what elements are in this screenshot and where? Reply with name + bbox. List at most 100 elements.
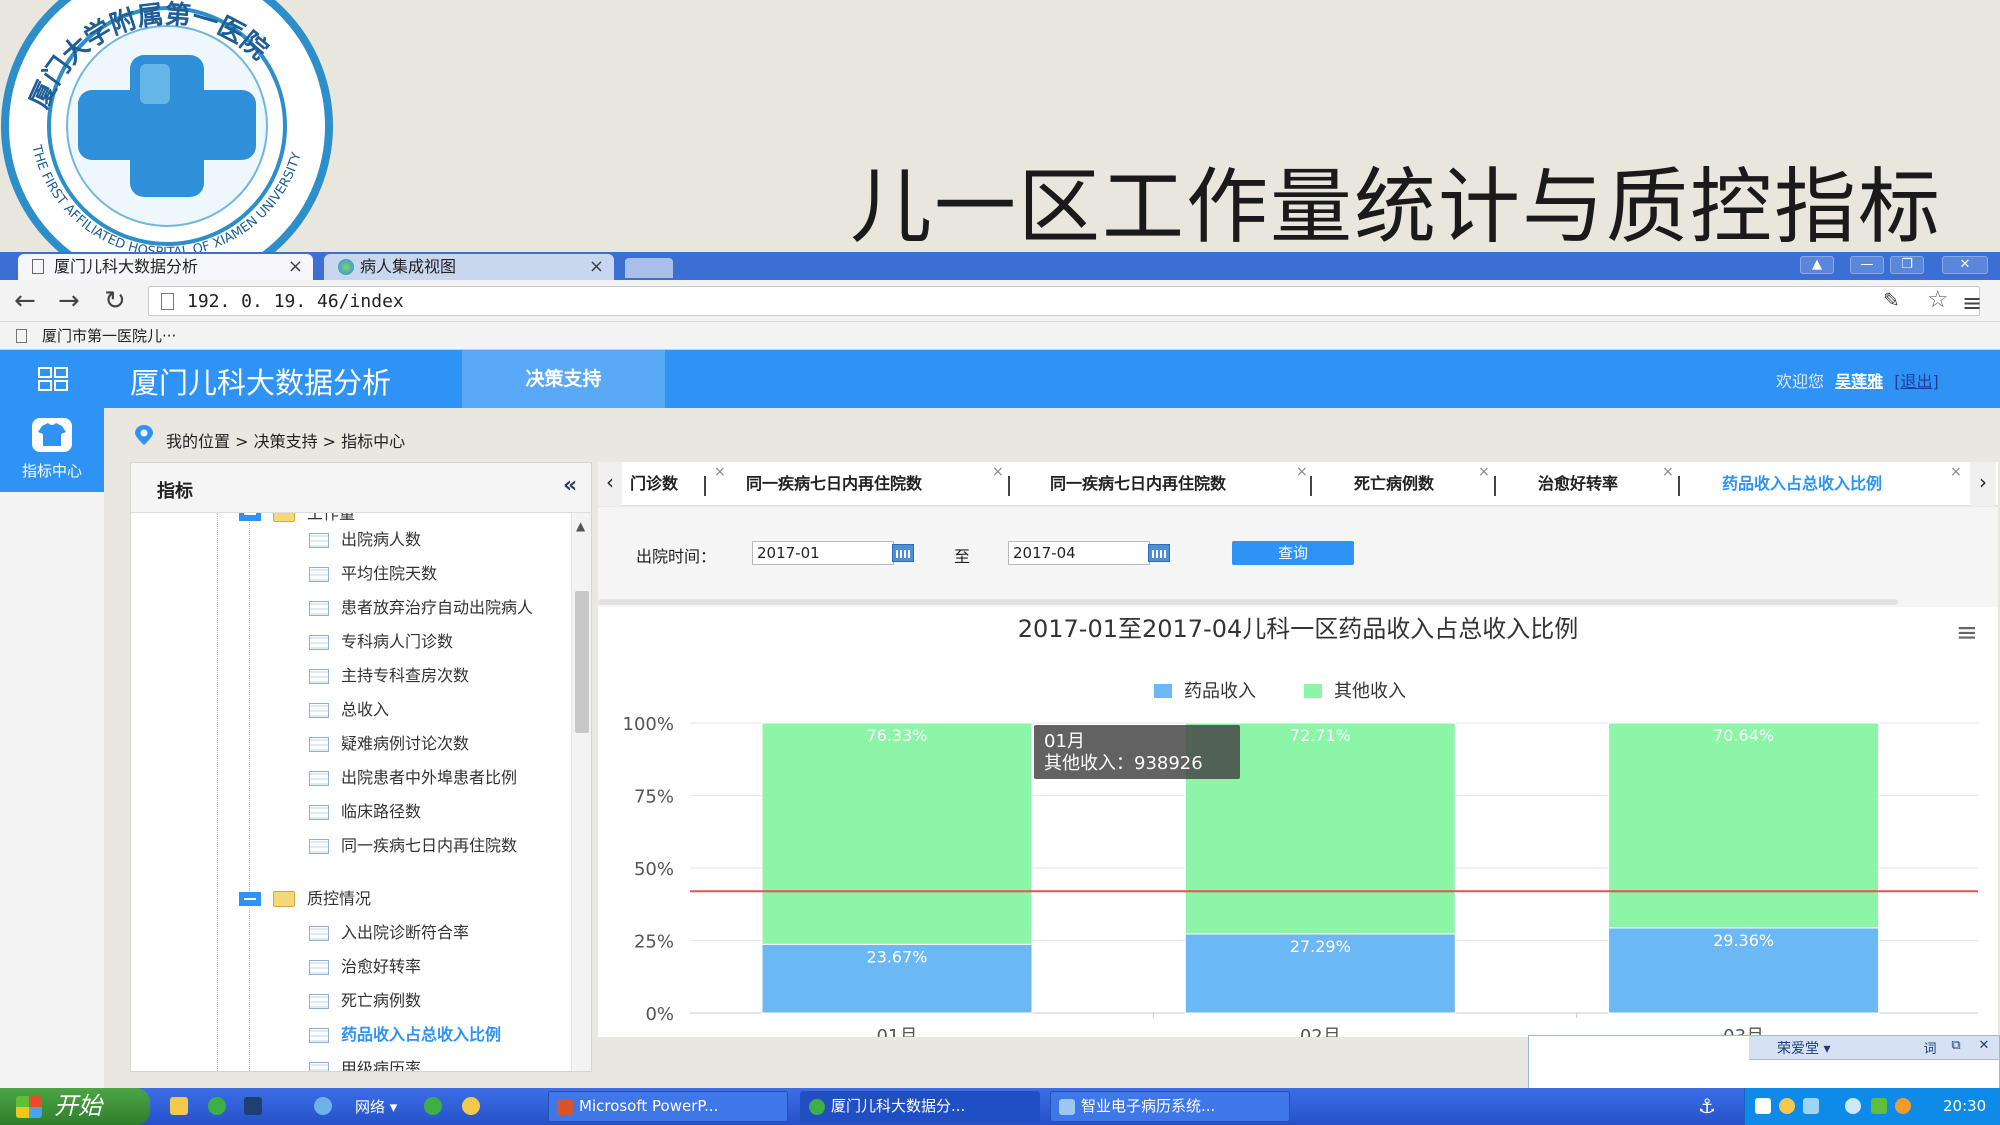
- tab-deaths[interactable]: 死亡病例数 ×: [1354, 462, 1490, 506]
- legend-label-1[interactable]: 其他收入: [1334, 681, 1406, 702]
- chrome-icon[interactable]: [424, 1097, 442, 1115]
- scroll-thumb[interactable]: [575, 591, 589, 733]
- close-icon[interactable]: ×: [714, 450, 726, 494]
- new-tab-button[interactable]: [625, 258, 673, 278]
- pin-icon[interactable]: ✎: [1883, 288, 1900, 312]
- windows-flag-icon: [16, 1096, 42, 1118]
- hospital-logo: 厦门大学附属第一医院 THE FIRST AFFILIATED HOSPITAL…: [1, 0, 333, 252]
- bookmark-item[interactable]: 厦门市第一医院儿···: [42, 322, 176, 350]
- splitter[interactable]: [598, 599, 1898, 605]
- table-icon: [309, 805, 329, 820]
- y-tick-label: 100%: [623, 714, 674, 735]
- task-emr[interactable]: 智业电子病历系统...: [1050, 1091, 1290, 1122]
- table-icon: [309, 703, 329, 718]
- ime-label[interactable]: 荣爱堂 ▾: [1777, 1038, 1830, 1058]
- rail-label: 指标中心: [21, 462, 82, 480]
- tab-readmission[interactable]: 同一疾病七日内再住院数 ×: [746, 462, 1004, 506]
- y-tick-label: 0%: [645, 1004, 674, 1025]
- scroll-up-icon[interactable]: ▲: [576, 519, 585, 533]
- ime-close-button[interactable]: ✕: [1973, 1038, 1995, 1056]
- close-icon[interactable]: ×: [1662, 450, 1674, 494]
- network-icon[interactable]: [1803, 1098, 1819, 1114]
- taskbar: 开始 网络 ▾ Microsoft PowerP... 厦门儿科大数据分... …: [0, 1088, 2000, 1125]
- chart-menu-icon[interactable]: ≡: [1956, 618, 1978, 648]
- folder-icon[interactable]: [170, 1097, 188, 1115]
- shirt-icon: [32, 418, 72, 452]
- user-icon[interactable]: ▲: [1800, 256, 1834, 274]
- calendar-icon[interactable]: [892, 544, 914, 562]
- browser-menu-icon[interactable]: ≡: [1962, 289, 1982, 317]
- bookmark-star-icon[interactable]: ☆: [1927, 285, 1949, 313]
- collapse-icon[interactable]: «: [563, 473, 577, 498]
- tree-group-quality[interactable]: 质控情况: [307, 882, 371, 916]
- restore-button[interactable]: ❐: [1890, 256, 1924, 274]
- discharge-time-label: 出院时间：: [636, 547, 717, 566]
- start-button[interactable]: 开始: [0, 1088, 150, 1125]
- close-icon[interactable]: ×: [1478, 450, 1490, 494]
- close-icon[interactable]: ×: [992, 450, 1004, 494]
- ie-icon[interactable]: [314, 1097, 332, 1115]
- forward-icon[interactable]: →: [58, 286, 80, 316]
- indicator-sidebar: 指标 « 工作量 出院病人数 平均住院天数 患者放弃治疗自动出院病人 专科病人门…: [130, 462, 592, 1072]
- task-browser[interactable]: 厦门儿科大数据分...: [800, 1091, 1040, 1122]
- anchor-icon[interactable]: [462, 1097, 480, 1115]
- url-input[interactable]: 192. 0. 19. 46/index ✎ ☆: [148, 285, 1980, 316]
- minimize-button[interactable]: —: [1850, 256, 1884, 274]
- browser-icon[interactable]: [208, 1097, 226, 1115]
- network-menu[interactable]: 网络 ▾: [355, 1096, 397, 1117]
- nav-decision-support[interactable]: 决策支持: [462, 350, 665, 408]
- task-powerpoint[interactable]: Microsoft PowerP...: [548, 1091, 788, 1122]
- tab-outpatient[interactable]: 门诊数 ×: [630, 462, 726, 506]
- query-button[interactable]: 查询: [1232, 541, 1354, 565]
- table-icon: [309, 926, 329, 941]
- folder-icon: [273, 891, 295, 907]
- table-icon: [309, 669, 329, 684]
- tabs-scroll-left-icon[interactable]: ‹: [598, 462, 622, 506]
- browser-tab[interactable]: 病人集成视图 ×: [324, 254, 614, 280]
- rail-item-indicator-center[interactable]: 指标中心: [0, 408, 104, 492]
- y-tick-label: 50%: [634, 859, 674, 880]
- collapse-toggle[interactable]: [239, 892, 261, 906]
- ime-copy-button[interactable]: ⧉: [1945, 1038, 1967, 1056]
- logout-link[interactable]: [退出]: [1894, 372, 1939, 391]
- tree-scrollbar[interactable]: ▲: [571, 513, 591, 1071]
- browser-tab-active[interactable]: 厦门儿科大数据分析 ×: [18, 254, 313, 280]
- keyboard-icon[interactable]: [1755, 1098, 1771, 1114]
- collapse-toggle[interactable]: [239, 513, 261, 521]
- table-icon: [309, 1028, 329, 1043]
- close-icon[interactable]: ×: [288, 254, 303, 280]
- close-icon[interactable]: ×: [1950, 450, 1962, 494]
- grid-icon[interactable]: [38, 367, 68, 391]
- tabs-scroll-right-icon[interactable]: ›: [1970, 462, 1996, 506]
- tab-readmission-2[interactable]: 同一疾病七日内再住院数 ×: [1050, 462, 1308, 506]
- data-label: 70.64%: [1713, 726, 1774, 745]
- breadcrumb: 我的位置 > 决策支持 > 指标中心: [166, 432, 406, 451]
- desktop-icon[interactable]: [244, 1097, 262, 1115]
- close-icon[interactable]: ×: [1296, 450, 1308, 494]
- table-icon: [309, 601, 329, 616]
- update-icon[interactable]: [1895, 1098, 1911, 1114]
- calendar-icon[interactable]: [1148, 544, 1170, 562]
- tab-cure-rate[interactable]: 治愈好转率 ×: [1538, 462, 1674, 506]
- tooltip-text: 其他收入：938926: [1044, 753, 1203, 774]
- anchor-icon[interactable]: ⚓: [1698, 1094, 1716, 1118]
- reload-icon[interactable]: ↻: [104, 286, 126, 316]
- date-to-input[interactable]: 2017-04: [1008, 541, 1150, 565]
- ime-word-button[interactable]: 词: [1919, 1038, 1941, 1057]
- address-bar: ← → ↻ 192. 0. 19. 46/index ✎ ☆ ≡: [0, 280, 2000, 322]
- table-icon: [309, 960, 329, 975]
- window-close-button[interactable]: ✕: [1942, 256, 1988, 274]
- tab-drug-income-ratio[interactable]: 药品收入占总收入比例 ×: [1722, 462, 1962, 506]
- date-from-input[interactable]: 2017-01: [752, 541, 894, 565]
- sidebar-title: 指标: [157, 481, 193, 502]
- sound-icon[interactable]: [1845, 1098, 1861, 1114]
- back-icon[interactable]: ←: [14, 286, 36, 316]
- app-window-icon: [1059, 1099, 1075, 1115]
- user-link[interactable]: 吴莲雅: [1835, 372, 1883, 391]
- close-icon[interactable]: ×: [589, 254, 604, 280]
- legend-label-0[interactable]: 药品收入: [1184, 681, 1256, 702]
- table-icon: [309, 533, 329, 548]
- security-icon[interactable]: [1871, 1098, 1887, 1114]
- tray-icon[interactable]: [1779, 1098, 1795, 1114]
- chart-title: 2017-01至2017-04儿科一区药品收入占总收入比例: [1018, 615, 1579, 643]
